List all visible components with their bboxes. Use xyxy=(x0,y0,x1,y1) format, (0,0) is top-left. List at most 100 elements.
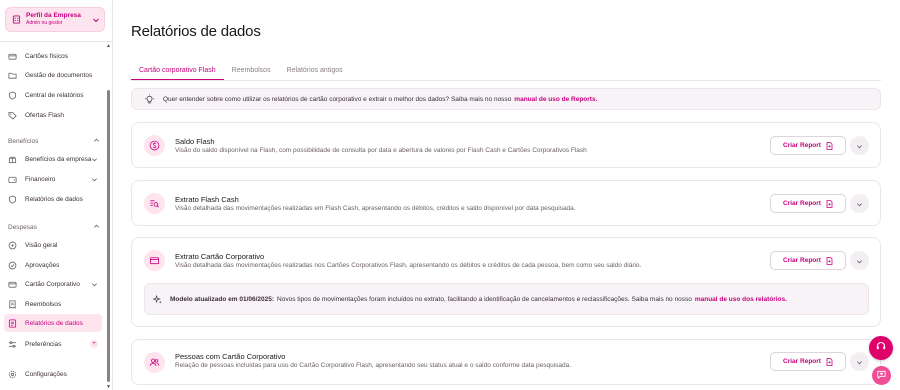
report-icon xyxy=(8,318,17,328)
notice-date: Modelo atualizado em 01/06/2025: xyxy=(170,295,275,303)
chevron-down-icon xyxy=(91,176,98,183)
scroll-up-arrow-icon[interactable]: ▲ xyxy=(106,43,111,49)
profile-role: Admin ou gestor xyxy=(26,20,63,27)
create-report-button[interactable]: Criar Report xyxy=(770,352,846,371)
report-card-title: Extrato Cartão Corporativo xyxy=(175,252,265,261)
scroll-down-arrow-icon[interactable]: ▼ xyxy=(106,384,111,390)
create-report-label: Criar Report xyxy=(783,358,821,365)
sliders-icon xyxy=(8,340,17,349)
building-icon xyxy=(12,15,21,24)
sidebar-item-relatorios-dados-despesas[interactable]: Relatórios de dados xyxy=(4,314,102,332)
section-despesas-label: Despesas xyxy=(8,224,37,231)
expand-card-button[interactable] xyxy=(850,352,869,371)
document-icon xyxy=(826,141,833,150)
chevron-down-icon xyxy=(856,353,863,371)
lightbulb-icon xyxy=(144,93,155,105)
tab-relatorios-antigos[interactable]: Relatórios antigos xyxy=(279,63,351,81)
sidebar-item-beneficios-empresa[interactable]: Benefícios da empresa xyxy=(4,150,102,168)
chevron-down-icon xyxy=(92,16,100,24)
support-chat-button[interactable] xyxy=(869,336,893,360)
report-card-description: Visão do saldo disponível na Flash, com … xyxy=(175,147,587,154)
chevron-down-icon xyxy=(91,156,98,163)
wallet-icon xyxy=(8,175,17,184)
expand-card-button[interactable] xyxy=(850,251,869,270)
notice-link[interactable]: manual de uso dos relatórios. xyxy=(695,296,787,303)
report-card-extrato-cartao-corporativo: Extrato Cartão Corporativo Visão detalha… xyxy=(131,237,881,327)
eye-icon xyxy=(8,241,17,250)
sparkle-icon xyxy=(153,294,162,304)
sidebar-scrollbar[interactable] xyxy=(107,90,110,382)
create-report-button[interactable]: Criar Report xyxy=(770,136,846,155)
report-card-description: Relação de pessoas incluídas para uso do… xyxy=(175,362,572,369)
users-icon xyxy=(144,352,165,373)
update-notice: Modelo atualizado em 01/06/2025: Novos t… xyxy=(144,283,869,315)
sidebar-item-label: Aprovações xyxy=(25,261,60,269)
sidebar-item-aprovacoes[interactable]: Aprovações xyxy=(4,256,102,274)
section-despesas[interactable]: Despesas xyxy=(8,223,100,232)
feedback-button[interactable] xyxy=(872,366,891,385)
report-card-description: Visão detalhada das movimentações realiz… xyxy=(175,262,642,269)
notice-text: Novos tipos de movimentações foram inclu… xyxy=(277,295,692,303)
info-banner-text: Quer entender sobre como utilizar os rel… xyxy=(163,95,512,103)
shield-icon xyxy=(8,90,17,100)
tag-icon xyxy=(8,111,17,120)
sidebar-divider xyxy=(0,41,113,42)
sidebar-item-cartao-corporativo[interactable]: Cartão Corporativo xyxy=(4,275,102,293)
sidebar-item-central-relatorios[interactable]: Central de relatórios xyxy=(4,86,102,104)
card-icon xyxy=(144,250,165,271)
sidebar-item-label: Relatórios de dados xyxy=(25,195,83,203)
sidebar-item-label: Financeiro xyxy=(25,175,56,183)
headset-icon xyxy=(875,339,887,357)
sidebar-item-relatorios-dados-beneficios[interactable]: Relatórios de dados xyxy=(4,190,102,208)
sidebar-item-label: Central de relatórios xyxy=(25,91,84,99)
sidebar-item-configuracoes[interactable]: Configurações xyxy=(4,365,102,383)
chevron-down-icon xyxy=(856,252,863,270)
sidebar-item-gestao-documentos[interactable]: Gestão de documentos xyxy=(4,66,102,84)
sidebar-item-label: Configurações xyxy=(25,370,67,378)
expand-card-button[interactable] xyxy=(850,194,869,213)
expand-card-button[interactable] xyxy=(850,136,869,155)
sidebar-item-ofertas-flash[interactable]: Ofertas Flash xyxy=(4,106,102,124)
company-profile-selector[interactable]: Perfil da Empresa Admin ou gestor xyxy=(5,7,105,32)
sidebar-item-cartoes-fisicos[interactable]: Cartões físicos xyxy=(4,47,102,65)
report-icon xyxy=(8,194,17,204)
report-card-description: Visão detalhada das movimentações realiz… xyxy=(175,205,576,212)
chevron-down-icon xyxy=(856,195,863,213)
create-report-button[interactable]: Criar Report xyxy=(770,251,846,270)
profile-name: Perfil da Empresa xyxy=(26,11,81,19)
sidebar-item-reembolsos[interactable]: Reembolsos xyxy=(4,295,102,313)
document-icon xyxy=(826,199,833,208)
info-banner: Quer entender sobre como utilizar os rel… xyxy=(131,88,881,110)
section-beneficios[interactable]: Benefícios xyxy=(8,137,100,146)
report-card-title: Extrato Flash Cash xyxy=(175,195,239,204)
sidebar-item-financeiro[interactable]: Financeiro xyxy=(4,170,102,188)
section-beneficios-label: Benefícios xyxy=(8,138,39,145)
tab-bar: Cartão corporativo Flash Reembolsos Rela… xyxy=(131,63,351,81)
chevron-up-icon xyxy=(93,137,100,146)
chat-heart-icon xyxy=(876,367,887,385)
sidebar: Perfil da Empresa Admin ou gestor ▲ ▼ Ca… xyxy=(0,0,113,390)
check-icon xyxy=(8,261,17,270)
sidebar-item-label: Ofertas Flash xyxy=(25,111,65,119)
sidebar-item-label: Gestão de documentos xyxy=(25,71,93,79)
sidebar-item-label: Cartões físicos xyxy=(25,52,68,60)
sidebar-item-label: Benefícios da empresa xyxy=(25,155,92,163)
create-report-button[interactable]: Criar Report xyxy=(770,194,846,213)
report-card-title: Saldo Flash xyxy=(175,137,215,146)
info-banner-link[interactable]: manual de uso de Reports. xyxy=(514,96,597,103)
chevron-down-icon xyxy=(856,137,863,155)
dollar-icon xyxy=(144,135,165,156)
sidebar-item-label: Relatórios de dados xyxy=(25,319,83,327)
folder-icon xyxy=(8,71,17,80)
sidebar-item-preferencias[interactable]: Preferências + xyxy=(4,335,102,353)
page-title: Relatórios de dados xyxy=(131,23,261,40)
gear-icon xyxy=(8,370,17,379)
chevron-down-icon xyxy=(91,281,98,288)
create-report-label: Criar Report xyxy=(783,200,821,207)
document-icon xyxy=(826,256,833,265)
sidebar-item-visao-geral[interactable]: Visão geral xyxy=(4,236,102,254)
tab-reembolsos[interactable]: Reembolsos xyxy=(224,63,279,81)
create-report-label: Criar Report xyxy=(783,142,821,149)
report-card-pessoas-cartao-corporativo: Pessoas com Cartão Corporativo Relação d… xyxy=(131,339,881,385)
tab-cartao-corporativo-flash[interactable]: Cartão corporativo Flash xyxy=(131,63,224,81)
